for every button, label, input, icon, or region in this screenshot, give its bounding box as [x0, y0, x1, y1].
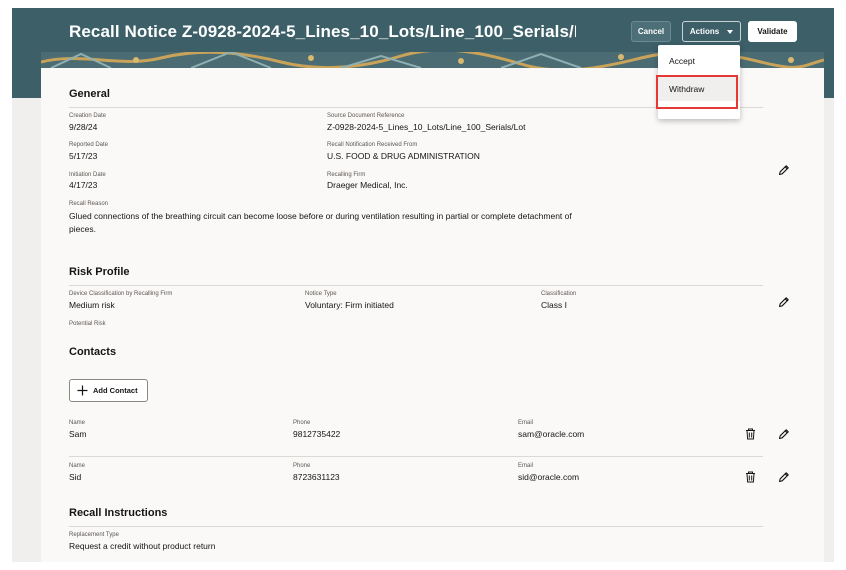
contact-name: Sam	[69, 429, 87, 439]
cancel-label: Cancel	[637, 27, 665, 36]
contact-name-label: Name	[69, 420, 86, 426]
reported-date-value: 5/17/23	[69, 151, 98, 161]
notice-type-label: Notice Type	[305, 291, 337, 297]
pencil-icon	[778, 165, 789, 176]
recalling-firm-value: Draeger Medical, Inc.	[327, 180, 408, 190]
menu-item-label: Accept	[669, 56, 695, 66]
edit-contact-button[interactable]	[777, 427, 791, 441]
risk-section-title: Risk Profile	[69, 266, 130, 278]
section-divider	[69, 526, 763, 527]
contact-phone-label: Phone	[293, 420, 311, 426]
initiation-date-label: Initiation Date	[69, 172, 106, 178]
pencil-icon	[778, 472, 789, 483]
potential-risk-label: Potential Risk	[69, 321, 106, 327]
plus-icon	[77, 385, 88, 396]
pencil-icon	[778, 297, 789, 308]
contact-phone: 9812735422	[293, 429, 341, 439]
app-frame: Recall Notice Z-0928-2024-5_Lines_10_Lot…	[12, 8, 834, 562]
instructions-section-title: Recall Instructions	[69, 507, 168, 519]
validate-label: Validate	[757, 27, 788, 36]
recall-reason-value: Glued connections of the breathing circu…	[69, 211, 572, 234]
delete-contact-button[interactable]	[743, 427, 757, 441]
replacement-type-value: Request a credit without product return	[69, 541, 216, 551]
source-doc-value: Z-0928-2024-5_Lines_10_Lots/Line_100_Ser…	[327, 122, 526, 132]
creation-date-value: 9/28/24	[69, 122, 98, 132]
source-doc-label: Source Document Reference	[327, 113, 405, 119]
contact-phone: 8723631123	[293, 472, 340, 482]
replacement-type-label: Replacement Type	[69, 532, 119, 538]
page-title: Recall Notice Z-0928-2024-5_Lines_10_Lot…	[69, 22, 576, 41]
actions-label: Actions	[689, 27, 720, 36]
menu-item-label: Withdraw	[669, 84, 705, 94]
contact-email-label: Email	[518, 420, 534, 426]
contact-email-label: Email	[518, 463, 534, 469]
menu-item-accept[interactable]: Accept	[658, 49, 740, 73]
classification-label: Classification	[541, 291, 577, 297]
menu-item-withdraw[interactable]: Withdraw	[658, 77, 740, 101]
classification-value: Class I	[541, 300, 567, 310]
delete-contact-button[interactable]	[743, 470, 757, 484]
section-divider	[69, 285, 763, 286]
add-contact-button[interactable]: Add Contact	[69, 379, 148, 402]
reported-date-label: Reported Date	[69, 142, 109, 148]
trash-icon	[745, 471, 755, 483]
add-contact-label: Add Contact	[93, 386, 138, 395]
initiation-date-value: 4/17/23	[69, 180, 98, 190]
device-class-value: Medium risk	[69, 300, 115, 310]
pencil-icon	[778, 429, 789, 440]
recalling-firm-label: Recalling Firm	[327, 172, 366, 178]
notice-type-value: Voluntary: Firm initiated	[305, 300, 394, 310]
contact-email: sid@oracle.com	[518, 472, 580, 482]
recall-reason-label: Recall Reason	[69, 201, 109, 207]
edit-general-button[interactable]	[777, 163, 791, 177]
contact-email: sam@oracle.com	[518, 429, 585, 439]
cancel-button[interactable]: Cancel	[631, 21, 671, 42]
contact-phone-label: Phone	[293, 463, 311, 469]
actions-menu: Accept Withdraw	[658, 45, 740, 119]
edit-risk-button[interactable]	[777, 295, 791, 309]
contact-name: Sid	[69, 472, 82, 482]
content-card	[41, 68, 824, 562]
trash-icon	[745, 428, 755, 440]
received-from-value: U.S. FOOD & DRUG ADMINISTRATION	[327, 151, 480, 161]
received-from-label: Recall Notification Received From	[327, 142, 418, 148]
device-class-label: Device Classification by Recalling Firm	[69, 291, 173, 297]
actions-button[interactable]: Actions	[682, 21, 741, 42]
general-section-title: General	[69, 88, 110, 100]
caret-down-icon	[727, 29, 734, 34]
validate-button[interactable]: Validate	[748, 21, 797, 42]
contact-name-label: Name	[69, 463, 86, 469]
creation-date-label: Creation Date	[69, 113, 107, 119]
contacts-section-title: Contacts	[69, 346, 117, 358]
edit-contact-button[interactable]	[777, 470, 791, 484]
row-divider	[69, 456, 763, 457]
